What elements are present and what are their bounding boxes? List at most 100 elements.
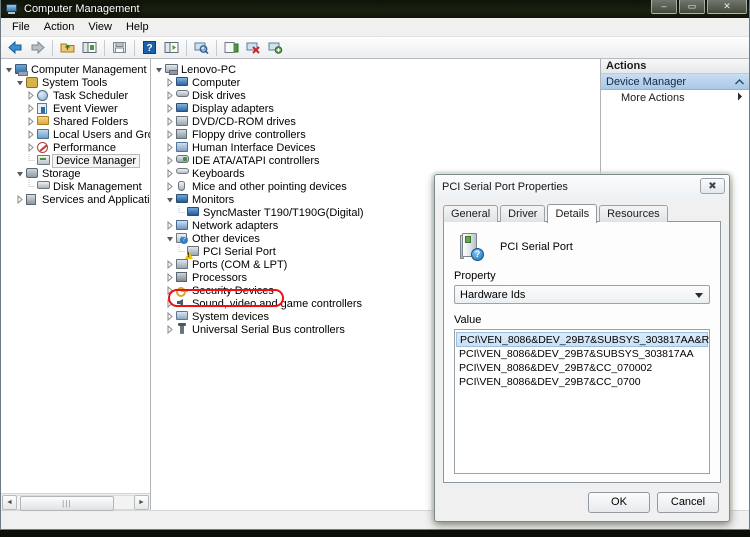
console-item-system-tools[interactable]: System Tools	[1, 76, 150, 89]
usb-icon	[175, 323, 190, 336]
expand-collapsed-icon[interactable]	[164, 220, 175, 231]
actions-group-device-manager[interactable]: Device Manager	[601, 74, 749, 90]
device-item-human-interface-devices[interactable]: Human Interface Devices	[151, 141, 600, 154]
minimize-button[interactable]: –	[651, 0, 677, 14]
help-icon[interactable]: ?	[139, 38, 160, 58]
expand-collapsed-icon[interactable]	[14, 194, 25, 205]
expand-collapsed-icon[interactable]	[164, 272, 175, 283]
expand-expanded-icon[interactable]	[153, 64, 164, 75]
scroll-thumb[interactable]: |||	[20, 495, 114, 511]
cancel-button[interactable]: Cancel	[657, 491, 719, 513]
tab-resources[interactable]: Resources	[599, 205, 668, 222]
maximize-button[interactable]: ▭	[679, 0, 705, 14]
expand-collapsed-icon[interactable]	[25, 142, 36, 153]
toolbar-separator	[104, 39, 105, 56]
menu-help[interactable]: Help	[119, 19, 156, 35]
ok-button[interactable]: OK	[588, 491, 650, 513]
console-item-disk-management[interactable]: Disk Management	[1, 180, 150, 193]
console-item-storage[interactable]: Storage	[1, 167, 150, 180]
expand-collapsed-icon[interactable]	[164, 129, 175, 140]
expand-collapsed-icon[interactable]	[164, 181, 175, 192]
forward-icon[interactable]	[27, 38, 48, 58]
device-item-floppy-drive-controllers[interactable]: Floppy drive controllers	[151, 128, 600, 141]
device-item-dvd-cd-rom-drives[interactable]: DVD/CD-ROM drives	[151, 115, 600, 128]
up-folder-icon[interactable]	[57, 38, 78, 58]
expand-expanded-icon[interactable]	[14, 77, 25, 88]
scroll-left-button[interactable]: ◄	[2, 494, 17, 510]
console-item-computer-management-local[interactable]: Computer Management (Local	[1, 63, 150, 76]
action-more-actions[interactable]: More Actions	[601, 90, 749, 106]
scroll-track[interactable]: |||	[17, 494, 134, 511]
device-item-display-adapters[interactable]: Display adapters	[151, 102, 600, 115]
expand-collapsed-icon[interactable]	[25, 129, 36, 140]
console-tree[interactable]: Computer Management (LocalSystem ToolsTa…	[1, 59, 150, 493]
update-driver-icon[interactable]	[221, 38, 242, 58]
question-badge: ?	[471, 248, 484, 261]
chevron-down-icon[interactable]	[695, 293, 703, 298]
expand-collapsed-icon[interactable]	[164, 285, 175, 296]
window-title: Computer Management	[24, 3, 140, 15]
show-console-tree-icon[interactable]	[79, 38, 100, 58]
svg-text:?: ?	[146, 43, 152, 54]
expand-collapsed-icon[interactable]	[164, 155, 175, 166]
device-item-lenovo-pc[interactable]: Lenovo-PC	[151, 63, 600, 76]
expand-expanded-icon[interactable]	[164, 233, 175, 244]
value-list-item[interactable]: PCI\VEN_8086&DEV_29B7&SUBSYS_303817AA	[456, 347, 708, 361]
dialog-buttons: OK Cancel	[435, 483, 729, 521]
device-item-disk-drives[interactable]: Disk drives	[151, 89, 600, 102]
console-item-task-scheduler[interactable]: Task Scheduler	[1, 89, 150, 102]
tab-driver[interactable]: Driver	[500, 205, 546, 222]
ports-icon	[175, 258, 190, 271]
expand-collapsed-icon[interactable]	[164, 259, 175, 270]
console-item-performance[interactable]: Performance	[1, 141, 150, 154]
device-item-ide-ata-atapi-controllers[interactable]: IDE ATA/ATAPI controllers	[151, 154, 600, 167]
scan-hardware-icon[interactable]	[191, 38, 212, 58]
expand-expanded-icon[interactable]	[3, 64, 14, 75]
device-item-computer[interactable]: Computer	[151, 76, 600, 89]
expand-collapsed-icon[interactable]	[164, 142, 175, 153]
console-item-local-users-and-groups[interactable]: Local Users and Groups	[1, 128, 150, 141]
menu-file[interactable]: File	[5, 19, 37, 35]
expand-collapsed-icon[interactable]	[25, 103, 36, 114]
storage-icon	[25, 167, 40, 180]
expand-collapsed-icon[interactable]	[25, 116, 36, 127]
console-item-device-manager[interactable]: Device Manager	[1, 153, 150, 168]
console-item-event-viewer[interactable]: Event Viewer	[1, 102, 150, 115]
unknown-device-icon: ?	[460, 233, 486, 261]
performance-icon	[36, 141, 51, 154]
dialog-close-button[interactable]: ✖	[700, 178, 725, 194]
display-adapters-icon	[175, 102, 190, 115]
menu-view[interactable]: View	[81, 19, 119, 35]
menu-action[interactable]: Action	[37, 19, 82, 35]
close-button[interactable]: ✕	[707, 0, 747, 14]
value-listbox[interactable]: PCI\VEN_8086&DEV_29B7&SUBSYS_303817AA&RE…	[454, 329, 710, 474]
property-dropdown[interactable]: Hardware Ids	[454, 285, 710, 304]
uninstall-device-icon[interactable]	[243, 38, 264, 58]
value-list-item[interactable]: PCI\VEN_8086&DEV_29B7&CC_0700	[456, 375, 708, 389]
add-hardware-icon[interactable]	[265, 38, 286, 58]
expand-collapsed-icon[interactable]	[164, 90, 175, 101]
save-icon[interactable]	[109, 38, 130, 58]
expand-collapsed-icon[interactable]	[164, 298, 175, 309]
console-item-shared-folders[interactable]: Shared Folders	[1, 115, 150, 128]
expand-collapsed-icon[interactable]	[164, 324, 175, 335]
expand-collapsed-icon[interactable]	[25, 90, 36, 101]
console-tree-hscrollbar[interactable]: ◄ ||| ►	[1, 493, 150, 511]
expand-expanded-icon[interactable]	[14, 168, 25, 179]
value-list-item[interactable]: PCI\VEN_8086&DEV_29B7&SUBSYS_303817AA&RE…	[456, 332, 709, 347]
properties-icon[interactable]	[161, 38, 182, 58]
expand-collapsed-icon[interactable]	[164, 311, 175, 322]
tab-general[interactable]: General	[443, 205, 499, 222]
dialog-body: General Driver Details Resources ? PCI S…	[435, 199, 729, 483]
expand-collapsed-icon[interactable]	[164, 103, 175, 114]
expand-collapsed-icon[interactable]	[164, 168, 175, 179]
scroll-right-button[interactable]: ►	[134, 494, 149, 510]
chevron-up-icon[interactable]	[735, 76, 744, 88]
value-list-item[interactable]: PCI\VEN_8086&DEV_29B7&CC_070002	[456, 361, 708, 375]
expand-expanded-icon[interactable]	[164, 194, 175, 205]
back-icon[interactable]	[5, 38, 26, 58]
expand-collapsed-icon[interactable]	[164, 116, 175, 127]
expand-collapsed-icon[interactable]	[164, 77, 175, 88]
tab-details[interactable]: Details	[547, 204, 598, 223]
console-item-services-and-applications[interactable]: Services and Applications	[1, 193, 150, 206]
